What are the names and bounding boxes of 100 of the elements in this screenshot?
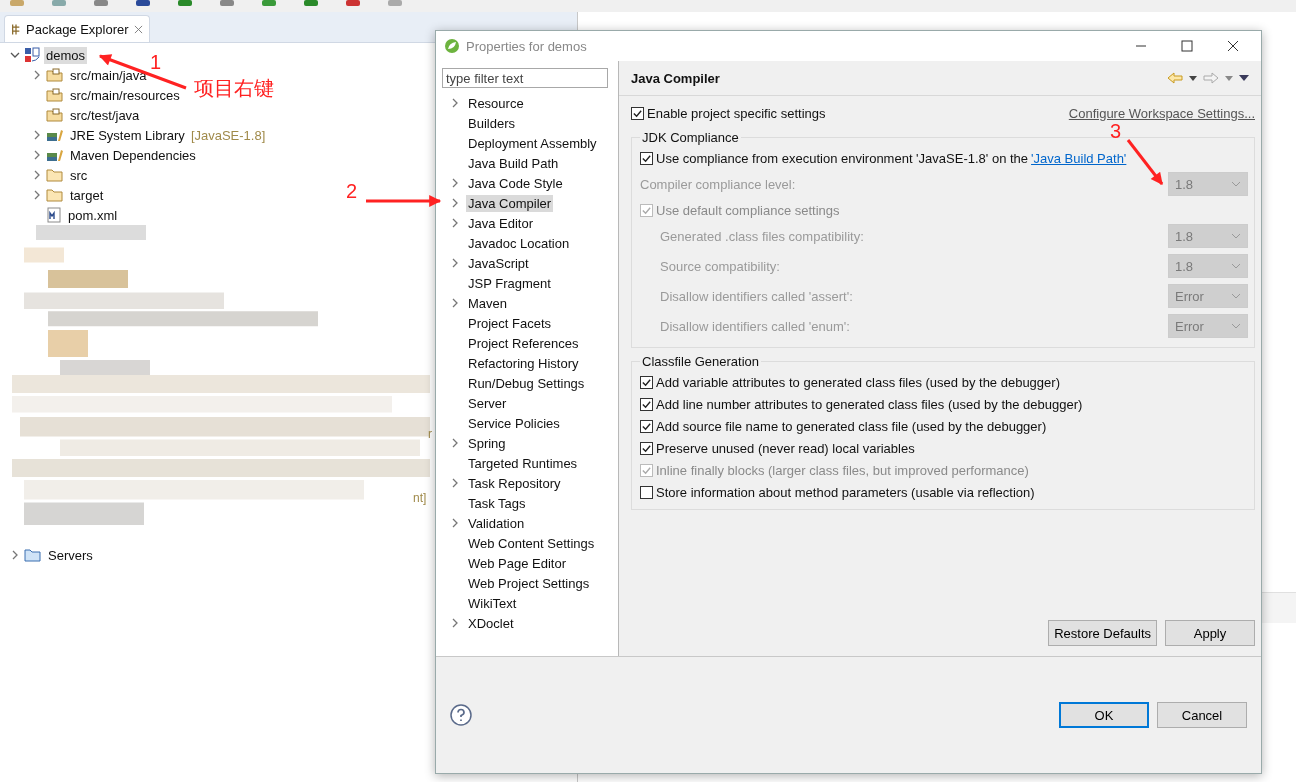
page-item[interactable]: Project Facets — [466, 314, 554, 332]
toolbar-icon[interactable] — [304, 0, 318, 6]
tree-item[interactable]: Maven Dependencies — [68, 146, 198, 164]
checkbox[interactable] — [640, 419, 653, 433]
dialog-title: Properties for demos — [466, 38, 587, 54]
page-item[interactable]: Java Build Path — [466, 154, 561, 172]
page-button[interactable]: Apply — [1165, 620, 1255, 646]
checkbox[interactable] — [640, 151, 653, 165]
expand-chevron-icon[interactable] — [450, 298, 460, 308]
collapse-chevron-icon[interactable] — [10, 51, 20, 59]
page-item[interactable]: Java Code Style — [466, 174, 565, 192]
expand-chevron-icon[interactable] — [32, 170, 42, 180]
tree-item[interactable]: src/main/java — [68, 66, 149, 84]
field-label: Disallow identifiers called 'assert': — [660, 288, 853, 304]
package-folder-icon — [46, 67, 64, 83]
page-item[interactable]: JSP Fragment — [466, 274, 553, 292]
checkbox[interactable] — [640, 441, 653, 455]
expand-chevron-icon[interactable] — [32, 70, 42, 80]
caret-icon — [1231, 181, 1241, 187]
page-item[interactable]: JavaScript — [466, 254, 531, 272]
toolbar-icon[interactable] — [178, 0, 192, 6]
page-item[interactable]: Server — [466, 394, 509, 412]
page-item[interactable]: Web Page Editor — [466, 554, 569, 572]
page-item[interactable]: Project References — [466, 334, 581, 352]
dropdown-caret-icon[interactable] — [1189, 75, 1197, 81]
checkbox[interactable] — [631, 106, 644, 120]
expand-chevron-icon[interactable] — [450, 198, 460, 208]
expand-chevron-icon[interactable] — [450, 258, 460, 268]
package-folder-icon — [46, 87, 64, 103]
maximize-icon[interactable] — [1181, 40, 1193, 52]
project-icon — [24, 47, 40, 63]
toolbar-icon[interactable] — [136, 0, 150, 6]
expand-chevron-icon[interactable] — [450, 438, 460, 448]
checkbox[interactable] — [640, 397, 653, 411]
page-item[interactable]: Web Content Settings — [466, 534, 597, 552]
page-button[interactable]: Restore Defaults — [1048, 620, 1157, 646]
page-title: Java Compiler — [631, 70, 720, 86]
page-item[interactable]: Service Policies — [466, 414, 562, 432]
toolbar-icon[interactable] — [94, 0, 108, 6]
help-icon[interactable] — [450, 704, 472, 726]
expand-chevron-icon[interactable] — [450, 178, 460, 188]
page-item[interactable]: Task Tags — [466, 494, 528, 512]
checkbox[interactable] — [640, 485, 653, 499]
page-item[interactable]: XDoclet — [466, 614, 516, 632]
checkbox-label: Store information about method parameters (usable via reflection) — [656, 484, 1035, 500]
tree-item[interactable]: src/test/java — [68, 106, 142, 124]
tree-item[interactable]: src — [68, 166, 90, 184]
dialog-button[interactable]: OK — [1059, 702, 1149, 728]
annotation-arrow — [1126, 139, 1164, 185]
page-item[interactable]: Run/Debug Settings — [466, 374, 587, 392]
page-item[interactable]: Targeted Runtimes — [466, 454, 580, 472]
tree-item[interactable]: pom.xml — [66, 206, 120, 224]
toolbar-icon[interactable] — [220, 0, 234, 6]
page-item[interactable]: Web Project Settings — [466, 574, 592, 592]
view-tab[interactable]: Package Explorer — [4, 15, 150, 42]
expand-chevron-icon[interactable] — [32, 190, 42, 200]
checkbox-label: Inline finally blocks (larger class files, but improved performance) — [656, 462, 1029, 478]
page-item[interactable]: Maven — [466, 294, 510, 312]
toolbar-icon[interactable] — [346, 0, 360, 6]
expand-chevron-icon[interactable] — [450, 478, 460, 488]
page-item[interactable]: Refactoring History — [466, 354, 581, 372]
page-item[interactable]: Java Compiler — [466, 194, 554, 212]
tree-item[interactable]: src/main/resources — [68, 86, 182, 104]
view-menu-icon[interactable] — [1239, 75, 1249, 81]
tree-item[interactable]: JRE System Library — [68, 126, 187, 144]
field-label: Source compatibility: — [660, 258, 780, 274]
dialog-button[interactable]: Cancel — [1157, 702, 1247, 728]
tree-item[interactable]: target — [68, 186, 106, 204]
page-item[interactable]: Java Editor — [466, 214, 536, 232]
page-item[interactable]: Spring — [466, 434, 508, 452]
expand-chevron-icon[interactable] — [450, 518, 460, 528]
expand-chevron-icon[interactable] — [450, 98, 460, 108]
build-path-link[interactable]: 'Java Build Path' — [1031, 150, 1127, 166]
field-label: Compiler compliance level: — [640, 176, 796, 192]
folder-icon — [24, 547, 42, 563]
page-item[interactable]: Task Repository — [466, 474, 563, 492]
close-icon[interactable] — [1227, 40, 1239, 52]
page-item[interactable]: Validation — [466, 514, 527, 532]
books-icon — [46, 147, 64, 163]
checkbox-label: Add line number attributes to generated class files (used by the debugger) — [656, 396, 1083, 412]
page-item[interactable]: Deployment Assembly — [466, 134, 599, 152]
page-item[interactable]: Builders — [466, 114, 517, 132]
caret-icon — [1231, 323, 1241, 329]
filter-field[interactable]: type filter text — [442, 68, 608, 88]
tree-item[interactable]: Servers — [46, 546, 95, 564]
page-item[interactable]: Javadoc Location — [466, 234, 572, 252]
tree-item-decoration: [JavaSE-1.8] — [190, 127, 266, 143]
annotation-note: 项目右键 — [194, 78, 274, 98]
expand-chevron-icon[interactable] — [450, 218, 460, 228]
checkbox-label: Add variable attributes to generated class files (used by the debugger) — [656, 374, 1060, 390]
expand-chevron-icon[interactable] — [10, 550, 20, 560]
project-name[interactable]: demos — [44, 46, 88, 64]
expand-chevron-icon[interactable] — [32, 150, 42, 160]
checkbox[interactable] — [640, 375, 653, 389]
expand-chevron-icon[interactable] — [450, 618, 460, 628]
checkbox-label: Use default compliance settings — [656, 202, 840, 218]
workspace-settings-link[interactable]: Configure Workspace Settings... — [1068, 105, 1255, 121]
page-item[interactable]: WikiText — [466, 594, 519, 612]
expand-chevron-icon[interactable] — [32, 130, 42, 140]
page-item[interactable]: Resource — [466, 94, 526, 112]
